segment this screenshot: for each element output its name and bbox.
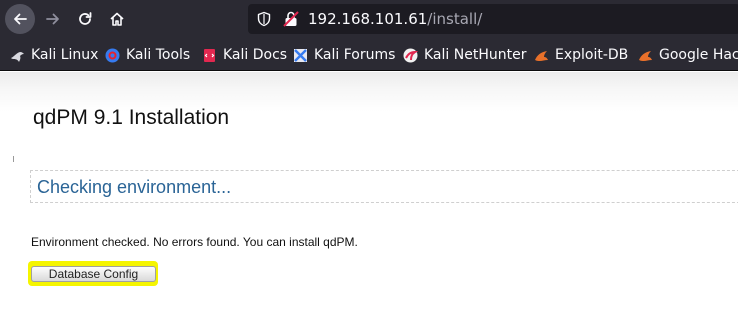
- home-icon: [110, 12, 124, 26]
- arrow-left-icon: [14, 13, 27, 25]
- exploit-db-icon: [534, 48, 549, 63]
- google-hacking-icon: [638, 48, 653, 63]
- back-button[interactable]: [5, 4, 35, 34]
- status-message: Environment checked. No errors found. Yo…: [31, 235, 358, 249]
- url-path: /install/: [427, 10, 483, 28]
- kali-dragon-icon: [10, 48, 25, 63]
- bookmark-label: Kali NetHunter: [424, 47, 527, 63]
- divider-mark: [13, 156, 14, 162]
- bookmark-label: Kali Docs: [223, 47, 288, 63]
- kali-forums-icon: [293, 48, 308, 63]
- url-text[interactable]: 192.168.101.61/install/: [308, 10, 482, 28]
- bookmark-kali-nethunter[interactable]: Kali NetHunter: [403, 46, 526, 64]
- database-config-button[interactable]: Database Config: [31, 266, 156, 282]
- address-bar[interactable]: 192.168.101.61/install/: [248, 4, 738, 34]
- bookmarks-bar: Kali Linux Kali Tools Kali Docs Kali For…: [0, 37, 738, 71]
- browser-toolbar: 192.168.101.61/install/: [0, 0, 738, 37]
- url-host: 192.168.101.61: [308, 10, 428, 28]
- bookmark-kali-tools[interactable]: Kali Tools: [105, 46, 190, 64]
- bookmark-exploit-db[interactable]: Exploit-DB: [534, 46, 628, 64]
- bookmark-label: Exploit-DB: [555, 47, 629, 63]
- kali-tools-icon: [105, 48, 120, 63]
- bookmark-kali-forums[interactable]: Kali Forums: [293, 46, 395, 64]
- bookmark-kali-linux[interactable]: Kali Linux: [10, 46, 98, 64]
- bookmark-label: Google Hacking DB: [659, 47, 738, 63]
- bookmark-label: Kali Forums: [314, 47, 396, 63]
- section-heading: Checking environment...: [37, 177, 232, 197]
- forward-button[interactable]: [38, 4, 68, 34]
- page-content: qdPM 9.1 Installation Checking environme…: [0, 72, 738, 317]
- home-button[interactable]: [102, 4, 132, 34]
- arrow-right-icon: [46, 13, 59, 25]
- page-title: qdPM 9.1 Installation: [33, 106, 230, 129]
- kali-nethunter-icon: [403, 48, 418, 63]
- environment-check-panel: Checking environment...: [30, 170, 738, 203]
- reload-icon: [79, 12, 92, 25]
- bookmark-google-hacking[interactable]: Google Hacking DB: [638, 46, 738, 64]
- kali-docs-icon: [202, 48, 217, 63]
- bookmark-kali-docs[interactable]: Kali Docs: [202, 46, 287, 64]
- insecure-lock-icon[interactable]: [282, 10, 300, 28]
- shield-icon[interactable]: [256, 11, 272, 27]
- bookmark-label: Kali Linux: [31, 47, 99, 63]
- bookmark-label: Kali Tools: [126, 47, 191, 63]
- reload-button[interactable]: [70, 4, 100, 34]
